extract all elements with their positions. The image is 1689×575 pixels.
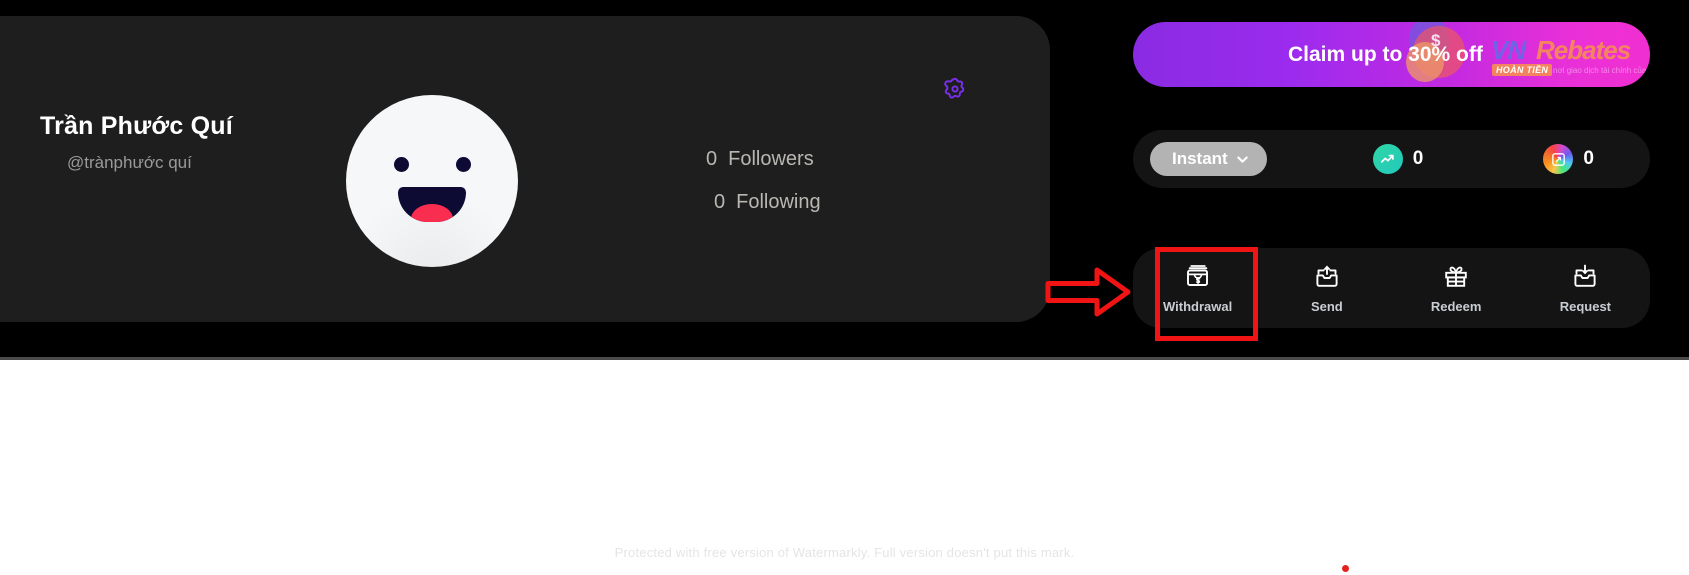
promo-text: Claim up to 30% off [1288,42,1483,66]
red-dot-marker [1342,565,1349,572]
send-button[interactable]: Send [1262,248,1391,328]
promo-brand-vn: VN [1491,35,1526,65]
following-stat[interactable]: 0 Following [714,191,821,214]
chevron-down-icon [1236,155,1248,163]
profile-card: Trần Phước Quí @trànphước quí 0 Follower… [0,16,1050,322]
promo-banner[interactable]: Claim up to 30% off $ VN Rebates HOÀN TI… [1133,22,1650,87]
settings-button[interactable] [943,77,967,101]
cash-withdrawal-icon [1186,265,1208,286]
app-screen: Trần Phước Quí @trànphước quí 0 Follower… [0,0,1689,575]
redeem-button[interactable]: Redeem [1392,248,1521,328]
send-label: Send [1310,299,1343,314]
watermark-text: Protected with free version of Watermark… [614,545,1075,560]
nft-badge-glyph [1551,152,1565,166]
earnings-balance-item[interactable]: 0 [1372,144,1424,174]
send-upload-icon [1316,265,1338,287]
instant-mode-dropdown[interactable]: Instant [1150,142,1267,176]
followers-stat[interactable]: 0 Followers [706,148,814,171]
page-title: Trần Phước Quí [40,112,233,140]
instant-mode-label: Instant [1172,149,1228,168]
redeem-label: Redeem [1430,299,1482,314]
followers-count: 0 [706,148,718,170]
trending-up-icon [1372,144,1403,174]
request-button[interactable]: Request [1521,248,1650,328]
avatar-eye-right [456,157,471,172]
following-count: 0 [714,191,726,213]
avatar[interactable] [346,95,518,267]
promo-brand-badge: HOÀN TIỀN [1492,64,1553,76]
withdrawal-label: Withdrawal [1163,299,1233,314]
balance-bar: Instant 0 0 [1133,130,1650,188]
right-arrow-annotation [1045,267,1131,317]
nft-balance-item[interactable]: 0 [1543,144,1594,174]
avatar-tongue [411,204,453,222]
download-inbox-icon [1574,264,1596,287]
avatar-eye-left [394,157,409,172]
promo-brand-tagline: nơi giao dịch tài chính của bạn [1553,66,1650,75]
gear-icon [944,77,965,99]
actions-bar: Withdrawal Send Redeem Request [1133,248,1650,328]
request-label: Request [1559,299,1612,314]
promo-brand-rebates: Rebates [1536,35,1631,65]
band-divider [0,357,1689,360]
gift-box-icon [1445,266,1467,287]
following-label: Following [736,191,821,213]
followers-label: Followers [728,148,814,170]
trending-up-glyph [1380,154,1394,163]
earnings-balance-value: 0 [1412,148,1424,169]
nft-badge-icon [1543,144,1574,174]
withdrawal-button[interactable]: Withdrawal [1133,248,1262,328]
profile-handle: @trànphước quí [67,153,192,172]
nft-balance-value: 0 [1583,148,1594,169]
